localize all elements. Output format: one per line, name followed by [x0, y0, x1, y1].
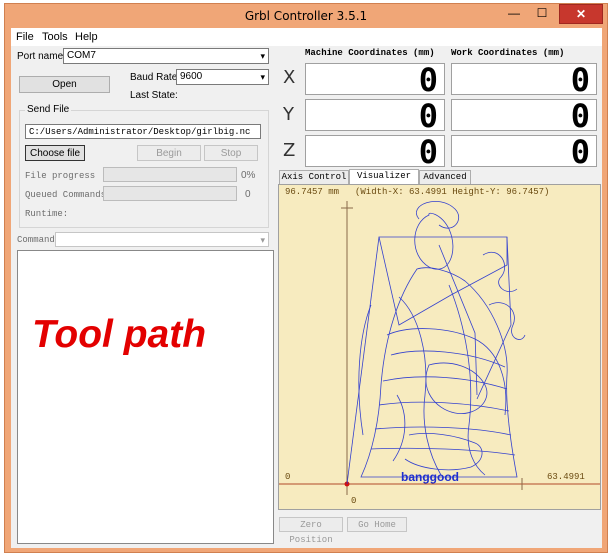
viz-origin-x-label: 0 [285, 472, 291, 482]
client-area: File Tools Help Port name COM7 ▾ Open Ba… [11, 28, 602, 548]
title-bar: Grbl Controller 3.5.1 — ☐ ✕ [5, 4, 607, 28]
machine-z-display: 0 [305, 133, 445, 171]
work-coords-label: Work Coordinates (mm) [451, 48, 565, 58]
begin-button[interactable]: Begin [137, 145, 201, 161]
command-label: Command [17, 235, 55, 245]
viz-origin-y-label: 0 [351, 496, 357, 506]
work-x-value: 0 [570, 61, 590, 99]
machine-z-value: 0 [418, 133, 438, 171]
zero-position-button[interactable]: Zero Position [279, 517, 343, 545]
menu-bar: File Tools Help [11, 28, 602, 46]
machine-y-value: 0 [418, 97, 438, 135]
machine-x-display: 0 [305, 61, 445, 99]
port-value: COM7 [67, 50, 96, 61]
command-select[interactable]: ▾ [55, 232, 269, 247]
toolpath-graphic: banggood [279, 200, 600, 495]
tool-path-overlay: Tool path [32, 313, 207, 356]
work-y-value: 0 [570, 97, 590, 135]
machine-coords-label: Machine Coordinates (mm) [305, 48, 435, 58]
work-z-value: 0 [570, 133, 590, 171]
baud-rate-label: Baud Rate [130, 72, 178, 83]
machine-y-display: 0 [305, 97, 445, 135]
queued-commands-value: 0 [245, 189, 251, 200]
chevron-down-icon: ▾ [260, 235, 265, 245]
machine-x-value: 0 [418, 61, 438, 99]
work-z-display: 0 [451, 133, 597, 171]
chevron-down-icon: ▾ [260, 72, 265, 82]
queued-commands-bar [103, 186, 237, 201]
open-button[interactable]: Open [19, 76, 110, 93]
menu-file[interactable]: File [16, 31, 34, 43]
work-y-display: 0 [451, 97, 597, 135]
chevron-down-icon: ▾ [260, 51, 265, 61]
work-x-display: 0 [451, 61, 597, 99]
viz-width-label: 63.4991 [547, 472, 585, 482]
baud-value: 9600 [180, 71, 203, 82]
axis-y-label: Y [283, 104, 294, 125]
app-window: Grbl Controller 3.5.1 — ☐ ✕ File Tools H… [4, 3, 608, 553]
baud-select[interactable]: 9600 ▾ [176, 69, 269, 85]
output-console[interactable]: Tool path [17, 250, 274, 544]
stop-button[interactable]: Stop [204, 145, 258, 161]
file-progress-value: 0% [241, 170, 256, 181]
viz-height-label: 96.7457 mm [285, 187, 340, 197]
tab-advanced[interactable]: Advanced [419, 170, 471, 184]
tab-axis-control[interactable]: Axis Control [279, 170, 349, 184]
port-select[interactable]: COM7 ▾ [63, 48, 269, 64]
last-state-label: Last State: [130, 90, 178, 101]
banggood-watermark: banggood [401, 470, 459, 484]
minimize-button[interactable]: — [501, 4, 527, 24]
queued-commands-label: Queued Commands [25, 190, 107, 200]
go-home-button[interactable]: Go Home [347, 517, 407, 532]
visualizer-canvas[interactable]: banggood 96.7457 mm (Width-X: 63.4991 He… [278, 184, 601, 510]
viz-dimensions-label: (Width-X: 63.4991 Height-Y: 96.7457) [355, 187, 550, 197]
choose-file-button[interactable]: Choose file [25, 145, 85, 161]
file-progress-bar [103, 167, 237, 182]
file-progress-label: File progress [25, 171, 96, 181]
close-button[interactable]: ✕ [559, 4, 603, 24]
menu-tools[interactable]: Tools [42, 31, 68, 43]
send-file-label: Send File [25, 104, 72, 115]
port-name-label: Port name [17, 51, 64, 62]
axis-z-label: Z [283, 140, 296, 161]
file-path-field[interactable]: C:/Users/Administrator/Desktop/girlbig.n… [25, 124, 261, 139]
maximize-button[interactable]: ☐ [529, 4, 555, 24]
tab-visualizer[interactable]: Visualizer [349, 169, 419, 184]
runtime-label: Runtime: [25, 209, 69, 219]
menu-help[interactable]: Help [75, 31, 98, 43]
axis-x-label: X [283, 67, 296, 88]
